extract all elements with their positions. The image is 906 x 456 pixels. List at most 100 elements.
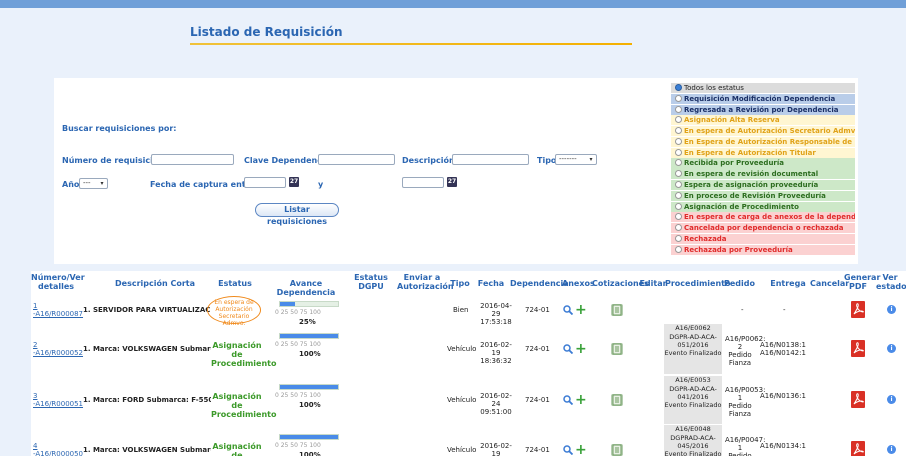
header-avance: Avance Dependencia	[276, 279, 336, 297]
add-icon[interactable]: +	[575, 393, 587, 407]
quotation-icon[interactable]	[611, 343, 623, 355]
radio-icon[interactable]	[675, 137, 682, 145]
status-option[interactable]: Recibida por Proveeduría	[671, 158, 855, 169]
list-requisitions-button[interactable]: Listar requisiciones	[255, 203, 339, 226]
type: Vehículo	[447, 345, 477, 353]
radio-icon[interactable]	[675, 84, 682, 91]
pdf-icon[interactable]	[851, 340, 865, 357]
tipo-label: Tipo	[537, 156, 557, 165]
requisition-link[interactable]: 3 -A16/R000051	[33, 392, 83, 408]
info-icon[interactable]: i	[887, 445, 896, 454]
radio-icon[interactable]	[675, 127, 682, 135]
pdf-icon[interactable]	[851, 301, 865, 318]
search-icon[interactable]	[563, 305, 574, 316]
status-option[interactable]: Regresada a Revisión por Dependencia	[671, 104, 855, 115]
radio-icon[interactable]	[675, 245, 682, 253]
requisition-number[interactable]: 2	[33, 341, 83, 349]
info-icon[interactable]: i	[887, 344, 896, 353]
radio-icon[interactable]	[675, 159, 682, 167]
radio-icon[interactable]	[675, 234, 682, 242]
status-option[interactable]: En espera de revisión documental	[671, 169, 855, 180]
date-day: 2016-02-24	[480, 392, 512, 408]
status-option[interactable]: En Espera de Autorización Responsable de…	[671, 136, 855, 147]
requisition-id[interactable]: -A16/R000050	[33, 450, 83, 456]
progress-ticks: 0 25 50 75 100	[275, 341, 321, 348]
status-text: Asignación de Procedimiento	[211, 392, 277, 419]
date-to-input[interactable]	[402, 177, 444, 188]
pdf-icon[interactable]	[851, 391, 865, 408]
radio-icon[interactable]	[675, 191, 682, 199]
radio-icon[interactable]	[675, 224, 682, 232]
anio-select[interactable]: --- ▾	[79, 178, 108, 189]
radio-icon[interactable]	[675, 148, 682, 156]
table-row: 3 -A16/R000051 1. Marca: FORD Submarca: F-…	[31, 376, 906, 424]
requisition-id[interactable]: -A16/R000051	[33, 400, 83, 408]
status-option[interactable]: Requisición Modificación Dependencia	[671, 93, 855, 104]
status-option[interactable]: Todos los estatus	[671, 83, 855, 94]
anio-select-value: ---	[83, 179, 91, 187]
radio-icon[interactable]	[675, 213, 682, 221]
procedure-code: DGPR-AD-ACA-051/2016	[669, 333, 717, 349]
description-input[interactable]	[452, 154, 529, 165]
quotation-icon[interactable]	[611, 304, 623, 316]
search-icon[interactable]	[563, 344, 574, 355]
capture-date-label: Fecha de captura entre	[150, 180, 255, 189]
title-underline	[190, 43, 632, 45]
date-from-input[interactable]	[244, 177, 286, 188]
requisition-number[interactable]: 1	[33, 302, 83, 310]
calendar-icon[interactable]: 27	[447, 177, 457, 187]
status-option[interactable]: Rechazada por Proveeduría	[671, 244, 855, 255]
date: 2016-02-24 09:51:00	[477, 392, 515, 416]
add-icon[interactable]: +	[575, 342, 587, 356]
date-time: 18:36:32	[480, 357, 512, 365]
add-icon[interactable]: +	[575, 303, 587, 317]
status-option[interactable]: Asignación de Procedimiento	[671, 201, 855, 212]
procedure-box: A16/E0053 DGPR-AD-ACA-041/2016 Evento Fina…	[664, 376, 722, 424]
add-icon[interactable]: +	[575, 443, 587, 456]
status-option[interactable]: En espera de Autorización Secretario Adm…	[671, 126, 855, 137]
requisition-id[interactable]: -A16/R000087	[33, 310, 83, 318]
search-icon[interactable]	[563, 445, 574, 456]
radio-icon[interactable]	[675, 202, 682, 210]
info-icon[interactable]: i	[887, 395, 896, 404]
requisition-link[interactable]: 2 -A16/R000052	[33, 341, 83, 357]
order: A16/P0047: 1 Pedido Fianza	[725, 436, 766, 456]
pdf-icon[interactable]	[851, 441, 865, 456]
header-dependencia: Dependencia	[510, 279, 569, 288]
status-option[interactable]: Rechazada	[671, 233, 855, 245]
status-option[interactable]: En espera de carga de anexos de la depen…	[671, 212, 855, 223]
short-description: 1. Marca: VOLKSWAGEN Submarca: VE	[83, 345, 211, 353]
radio-icon[interactable]	[675, 181, 682, 189]
progress-percent: 100%	[299, 401, 321, 409]
status-option[interactable]: En Espera de Autorización Titular	[671, 147, 855, 158]
status-option[interactable]: En proceso de Revisión Proveeduría	[671, 190, 855, 201]
requisition-number[interactable]: 4	[33, 442, 83, 450]
progress-bar	[279, 384, 339, 390]
radio-icon[interactable]	[675, 94, 682, 102]
delivery: A16/N0138:1 A16/N0142:1	[760, 341, 806, 357]
search-icon[interactable]	[563, 395, 574, 406]
status-option[interactable]: Espera de asignación proveeduría	[671, 180, 855, 191]
dependency: 724-01	[525, 345, 550, 353]
info-icon[interactable]: i	[887, 305, 896, 314]
tipo-select[interactable]: ------- ▾	[555, 154, 597, 165]
requisition-number[interactable]: 3	[33, 392, 83, 400]
clave-input[interactable]	[318, 154, 395, 165]
radio-icon[interactable]	[675, 105, 682, 113]
calendar-icon[interactable]: 27	[289, 177, 299, 187]
requisition-id[interactable]: -A16/R000052	[33, 349, 83, 357]
status-option[interactable]: Asignación Alta Reserva	[671, 115, 855, 126]
delivery: A16/N0136:1	[760, 392, 806, 400]
requisition-number-input[interactable]	[151, 154, 234, 165]
requisition-link[interactable]: 1 -A16/R000087	[33, 302, 83, 318]
procedure-status: Evento Finalizado	[664, 450, 722, 456]
radio-icon[interactable]	[675, 116, 682, 124]
status-option-label: Asignación Alta Reserva	[684, 116, 780, 125]
quotation-icon[interactable]	[611, 394, 623, 406]
radio-icon[interactable]	[675, 170, 682, 178]
status-option[interactable]: Cancelada por dependencia o rechazada	[671, 223, 855, 234]
procedure-status: Evento Finalizado	[664, 401, 722, 409]
progress-fill	[280, 385, 338, 389]
quotation-icon[interactable]	[611, 444, 623, 456]
requisition-link[interactable]: 4 -A16/R000050	[33, 442, 83, 456]
